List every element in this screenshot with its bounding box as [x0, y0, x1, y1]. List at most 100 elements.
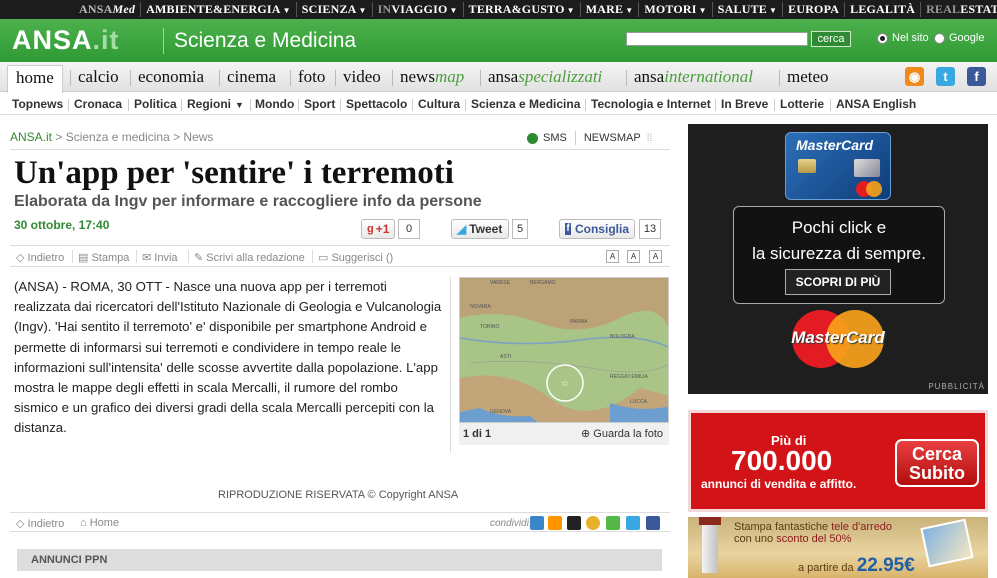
- divider: [70, 70, 71, 86]
- divider: [136, 250, 137, 263]
- divider: [585, 99, 586, 111]
- divider: [10, 149, 670, 150]
- font-reset-icon[interactable]: A: [627, 250, 640, 263]
- home-button[interactable]: ⌂ Home: [80, 517, 119, 529]
- photo-counter: 1 di 1: [463, 428, 492, 440]
- write-editor-button[interactable]: ✎ Scrivi alla redazione: [194, 251, 305, 264]
- subnav-politica[interactable]: Politica: [134, 97, 177, 111]
- tab-home[interactable]: home: [7, 65, 63, 93]
- magnifier-icon: ⊕: [581, 428, 591, 440]
- subnav-spettacolo[interactable]: Spettacolo: [346, 97, 407, 111]
- topnav-salute[interactable]: SALUTE ▼: [711, 2, 782, 17]
- divider: [450, 277, 451, 453]
- subnav-lotterie[interactable]: Lotterie: [780, 97, 824, 111]
- tab-calcio[interactable]: calcio: [78, 67, 119, 87]
- search-button[interactable]: cerca: [811, 31, 851, 47]
- ansa-logo[interactable]: ANSA.it: [12, 25, 120, 56]
- article-subheadline: Elaborata da Ingv per informare e raccog…: [14, 193, 482, 210]
- suggest-button[interactable]: ▭ Suggerisci (): [318, 251, 393, 264]
- tweet-button[interactable]: ◢ Tweet: [451, 219, 509, 239]
- gplus-button[interactable]: g +1: [361, 219, 395, 239]
- canvas-print-image: [920, 518, 974, 568]
- share-facebook-icon[interactable]: [646, 516, 660, 530]
- subnav-mondo[interactable]: Mondo: [255, 97, 294, 111]
- casa-ad[interactable]: Più di 700.000 annunci di vendita e affi…: [688, 410, 988, 512]
- tab-video[interactable]: video: [343, 67, 381, 87]
- top-network-bar: ANSAMed AMBIENTE&ENERGIA ▼ SCIENZA ▼ INVIA…: [0, 0, 997, 19]
- subnav-inbreve[interactable]: In Breve: [721, 97, 768, 111]
- share-delicious-icon[interactable]: [530, 516, 544, 530]
- print-button[interactable]: ▤ Stampa: [78, 251, 129, 264]
- topnav-legalita[interactable]: LEGALITÀ: [844, 2, 920, 17]
- twitter-icon[interactable]: t: [936, 67, 955, 86]
- divider: [340, 99, 341, 111]
- share-digg-icon[interactable]: [567, 516, 581, 530]
- hologram-icon: [854, 159, 880, 177]
- topnav-ansamed[interactable]: ANSAMed: [74, 2, 140, 17]
- topnav-inviaggio[interactable]: INVIAGGIO ▼: [371, 2, 463, 17]
- sms-link[interactable]: SMS: [543, 132, 567, 144]
- back-button[interactable]: ◇ Indietro: [16, 251, 64, 264]
- tab-ansaspecializzati[interactable]: ansaspecializzati: [488, 67, 602, 87]
- topnav-terragusto[interactable]: TERRA&GUSTO ▼: [462, 2, 580, 17]
- subnav-regioni[interactable]: Regioni ▼: [187, 97, 244, 111]
- subnav-scienza[interactable]: Scienza e Medicina: [471, 97, 580, 111]
- svg-text:REGGIO EMILIA: REGGIO EMILIA: [610, 374, 648, 380]
- svg-text:NOVARA: NOVARA: [470, 304, 491, 310]
- newsmap-link[interactable]: NEWSMAP: [584, 132, 641, 144]
- font-increase-icon[interactable]: A: [649, 250, 662, 263]
- topnav-realestate[interactable]: REALESTATE: [920, 2, 997, 17]
- radio-selected-icon: [877, 32, 888, 44]
- topnav-mare[interactable]: MARE ▼: [579, 2, 639, 17]
- view-photo-link[interactable]: ⊕ Guarda la foto: [581, 427, 663, 440]
- divider: [72, 250, 73, 263]
- article-body: (ANSA) - ROMA, 30 OTT - Nasce una nuova …: [14, 279, 442, 436]
- subnav-topnews[interactable]: Topnews: [12, 97, 63, 111]
- topnav-motori[interactable]: MOTORI ▼: [638, 2, 711, 17]
- tab-cinema[interactable]: cinema: [227, 67, 276, 87]
- breadcrumb-root[interactable]: ANSA.it: [10, 130, 52, 144]
- subnav-cultura[interactable]: Cultura: [418, 97, 460, 111]
- section-title: Scienza e Medicina: [163, 28, 356, 54]
- radio-nel-sito[interactable]: Nel sito: [877, 32, 929, 44]
- share-friendfeed-icon[interactable]: [606, 516, 620, 530]
- divider: [181, 99, 182, 111]
- subnav-tecnologia[interactable]: Tecnologia e Internet: [591, 97, 711, 111]
- rss-icon[interactable]: ◉: [905, 67, 924, 86]
- share-ok-icon[interactable]: [548, 516, 562, 530]
- cerca-subito-button[interactable]: Cerca Subito: [895, 439, 979, 487]
- subnav-sport[interactable]: Sport: [304, 97, 335, 111]
- send-button[interactable]: ✉ Invia: [142, 251, 178, 264]
- tab-foto[interactable]: foto: [298, 67, 325, 87]
- fb-like-button[interactable]: f Consiglia: [559, 219, 635, 239]
- divider: [480, 70, 481, 86]
- topnav-europa[interactable]: EUROPA: [782, 2, 844, 17]
- mastercard-ad[interactable]: MasterCard Pochi click e la sicurezza di …: [688, 124, 988, 394]
- share-myspace-icon[interactable]: [586, 516, 600, 530]
- topnav-ambiente[interactable]: AMBIENTE&ENERGIA ▼: [140, 2, 296, 17]
- subnav-english[interactable]: ANSA English: [836, 97, 916, 111]
- share-label: condividi:: [490, 518, 532, 529]
- tab-ansainternational[interactable]: ansainternational: [634, 67, 753, 87]
- copyright-notice: RIPRODUZIONE RISERVATA © Copyright ANSA: [218, 489, 459, 501]
- facebook-icon[interactable]: f: [967, 67, 986, 86]
- divider: [715, 99, 716, 111]
- article-photo[interactable]: VARESE BERGAMO NOVARA TORINO PARMA BOLOGNA A…: [459, 277, 669, 423]
- arredo-ad[interactable]: Stampa fantastiche tele d'arredo con uno …: [688, 517, 988, 578]
- chevron-down-icon: ▼: [769, 6, 778, 15]
- search-input[interactable]: [626, 32, 808, 46]
- radio-google[interactable]: Google: [934, 32, 984, 44]
- tab-economia[interactable]: economia: [138, 67, 204, 87]
- divider: [774, 99, 775, 111]
- tab-meteo[interactable]: meteo: [787, 67, 829, 87]
- back-button-bottom[interactable]: ◇ Indietro: [16, 517, 64, 530]
- topnav-scienza[interactable]: SCIENZA ▼: [295, 2, 372, 17]
- share-twitter-icon[interactable]: [626, 516, 640, 530]
- subnav-cronaca[interactable]: Cronaca: [74, 97, 122, 111]
- chevron-down-icon: ▼: [566, 6, 575, 15]
- expand-icon[interactable]: ⁞⁞: [647, 133, 653, 144]
- scopri-button[interactable]: SCOPRI DI PIÙ: [785, 269, 891, 295]
- font-decrease-icon[interactable]: A: [606, 250, 619, 263]
- tab-newsmap[interactable]: newsmap: [400, 67, 464, 87]
- pencil-icon: ✎: [194, 252, 204, 264]
